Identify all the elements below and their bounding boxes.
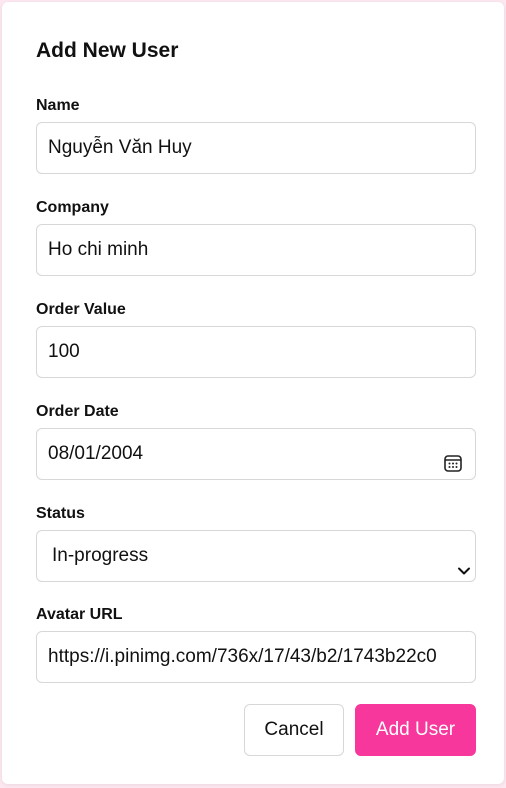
order-value-input[interactable]: 100 (36, 326, 476, 378)
order-date-field-group: Order Date 08/01/2004 (36, 402, 476, 480)
order-value-field-group: Order Value 100 (36, 300, 476, 378)
order-date-value: 08/01/2004 (48, 443, 144, 464)
name-label: Name (36, 97, 80, 114)
company-label: Company (36, 199, 109, 216)
avatar-url-label: Avatar URL (36, 606, 123, 623)
order-date-label: Order Date (36, 403, 119, 420)
company-input[interactable]: Ho chi minh (36, 224, 476, 276)
modal-title: Add New User (36, 39, 179, 62)
cancel-button[interactable]: Cancel (244, 704, 344, 756)
avatar-url-field-group: Avatar URL https://i.pinimg.com/736x/17/… (36, 605, 476, 683)
status-selected-value: In-progress (52, 545, 149, 566)
order-date-input[interactable]: 08/01/2004 (36, 428, 476, 480)
chevron-down-icon (457, 548, 471, 575)
company-field-group: Company Ho chi minh (36, 198, 476, 276)
name-input[interactable]: Nguyễn Văn Huy (36, 122, 476, 174)
status-select[interactable]: In-progress (36, 530, 476, 582)
status-label: Status (36, 505, 85, 522)
calendar-icon[interactable] (443, 443, 463, 472)
add-user-modal: Add New User Name Nguyễn Văn Huy Company… (2, 2, 504, 784)
name-field-group: Name Nguyễn Văn Huy (36, 96, 476, 174)
avatar-url-input[interactable]: https://i.pinimg.com/736x/17/43/b2/1743b… (36, 631, 476, 683)
status-field-group: Status In-progress (36, 504, 476, 582)
add-user-button[interactable]: Add User (355, 704, 476, 756)
order-value-label: Order Value (36, 301, 126, 318)
